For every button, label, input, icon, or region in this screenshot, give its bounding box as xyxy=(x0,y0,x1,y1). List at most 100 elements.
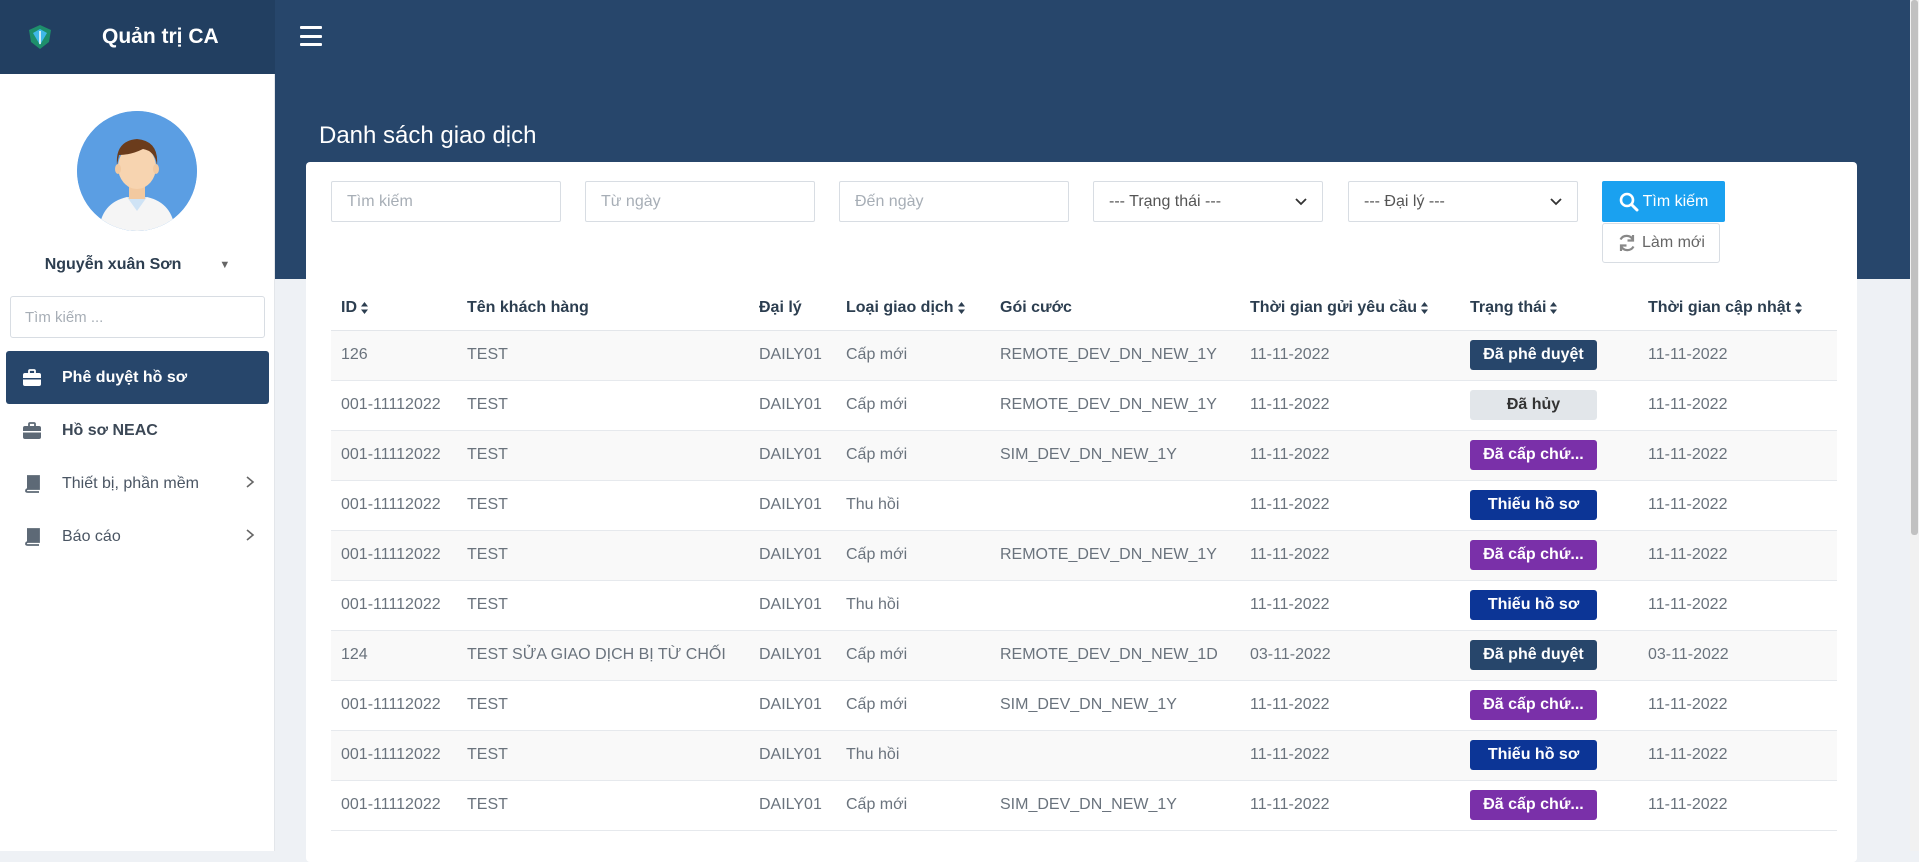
table-row[interactable]: 001-11112022 TEST DAILY01 Cấp mới SIM_DEV_DN… xyxy=(331,680,1837,731)
column-header-customer: Tên khách hàng xyxy=(457,287,749,331)
cell-agent: DAILY01 xyxy=(749,330,836,381)
cell-customer: TEST xyxy=(457,380,749,431)
sidebar-item-reports[interactable]: Báo cáo xyxy=(6,510,269,563)
search-icon xyxy=(1619,192,1639,211)
cell-id: 124 xyxy=(331,630,457,681)
cell-package: SIM_DEV_DN_NEW_1Y xyxy=(990,430,1240,481)
status-badge: Thiếu hồ sơ xyxy=(1470,590,1597,620)
column-header-id[interactable]: ID xyxy=(331,287,457,331)
column-header-updated-time[interactable]: Thời gian cập nhật xyxy=(1638,287,1837,331)
brand-area: Quản trị CA xyxy=(0,0,275,74)
search-button[interactable]: Tìm kiếm xyxy=(1602,181,1725,222)
avatar xyxy=(77,111,197,231)
cell-type: Cấp mới xyxy=(836,330,990,381)
refresh-icon xyxy=(1619,234,1635,252)
cell-package: REMOTE_DEV_DN_NEW_1Y xyxy=(990,530,1240,581)
cell-package xyxy=(990,480,1240,531)
table-row[interactable]: 126 TEST DAILY01 Cấp mới REMOTE_DEV_DN_NEW_1… xyxy=(331,330,1837,381)
cell-agent: DAILY01 xyxy=(749,480,836,531)
table-row[interactable]: 001-11112022 TEST DAILY01 Thu hồi 11-11-2022… xyxy=(331,730,1837,781)
sidebar-search-input[interactable] xyxy=(10,296,265,338)
refresh-button-label: Làm mới xyxy=(1642,234,1705,251)
cell-status: Đã cấp chứ... xyxy=(1460,530,1638,581)
cell-type: Cấp mới xyxy=(836,530,990,581)
sidebar-item-neac[interactable]: Hồ sơ NEAC xyxy=(6,404,269,457)
cell-id: 001-11112022 xyxy=(331,530,457,581)
transactions-table: ID Tên khách hàng Đại lý Loại giao dịch … xyxy=(331,287,1837,831)
cell-package: REMOTE_DEV_DN_NEW_1Y xyxy=(990,330,1240,381)
cell-package xyxy=(990,730,1240,781)
cell-type: Cấp mới xyxy=(836,430,990,481)
cell-updated: 11-11-2022 xyxy=(1638,530,1837,581)
status-select-value: --- Trạng thái --- xyxy=(1109,192,1222,210)
keyword-search-input[interactable] xyxy=(331,181,561,222)
table-row[interactable]: 001-11112022 TEST DAILY01 Cấp mới REMOTE_DEV… xyxy=(331,530,1837,581)
brand-logo-icon xyxy=(29,25,51,49)
book-icon xyxy=(22,527,42,547)
cell-customer: TEST xyxy=(457,730,749,781)
table-row[interactable]: 001-11112022 TEST DAILY01 Thu hồi 11-11-2022… xyxy=(331,580,1837,631)
sidebar-item-label: Báo cáo xyxy=(62,527,121,545)
sidebar-nav: Phê duyệt hồ sơ Hồ sơ NEAC Thiết bị, phầ… xyxy=(0,351,275,563)
column-header-agent: Đại lý xyxy=(749,287,836,331)
status-badge: Đã cấp chứ... xyxy=(1470,540,1597,570)
table-row[interactable]: 001-11112022 TEST DAILY01 Cấp mới SIM_DEV_DN… xyxy=(331,430,1837,481)
cell-status: Thiếu hồ sơ xyxy=(1460,730,1638,781)
cell-customer: TEST xyxy=(457,480,749,531)
caret-down-icon[interactable]: ▼ xyxy=(219,259,230,271)
cell-updated: 11-11-2022 xyxy=(1638,580,1837,631)
table-row[interactable]: 001-11112022 TEST DAILY01 Thu hồi 11-11-2022… xyxy=(331,480,1837,531)
to-date-input[interactable] xyxy=(839,181,1069,222)
column-header-status[interactable]: Trạng thái xyxy=(1460,287,1638,331)
status-badge: Đã cấp chứ... xyxy=(1470,440,1597,470)
cell-updated: 11-11-2022 xyxy=(1638,380,1837,431)
search-button-label: Tìm kiếm xyxy=(1642,192,1709,210)
user-name: Nguyễn xuân Sơn xyxy=(44,256,182,273)
top-header xyxy=(0,0,1919,74)
cell-package: SIM_DEV_DN_NEW_1Y xyxy=(990,680,1240,731)
book-icon xyxy=(22,474,42,494)
table-row[interactable]: 124 TEST SỬA GIAO DỊCH BỊ TỪ CHỐI DAILY01 C… xyxy=(331,630,1837,681)
table-row[interactable]: 001-11112022 TEST DAILY01 Cấp mới SIM_DEV_DN… xyxy=(331,780,1837,831)
cell-agent: DAILY01 xyxy=(749,580,836,631)
sort-icon xyxy=(1420,302,1428,315)
cell-type: Thu hồi xyxy=(836,480,990,531)
sort-icon xyxy=(361,302,368,315)
cell-id: 001-11112022 xyxy=(331,580,457,631)
sidebar-item-label: Phê duyệt hồ sơ xyxy=(62,368,188,386)
sidebar-item-approval[interactable]: Phê duyệt hồ sơ xyxy=(6,351,269,404)
cell-agent: DAILY01 xyxy=(749,780,836,831)
cell-agent: DAILY01 xyxy=(749,630,836,681)
cell-sent: 11-11-2022 xyxy=(1240,780,1460,831)
cell-agent: DAILY01 xyxy=(749,680,836,731)
cell-sent: 11-11-2022 xyxy=(1240,730,1460,781)
menu-toggle-icon[interactable] xyxy=(300,26,322,46)
cell-agent: DAILY01 xyxy=(749,430,836,481)
briefcase-icon xyxy=(22,368,42,388)
cell-type: Cấp mới xyxy=(836,630,990,681)
agent-select[interactable]: --- Đại lý --- xyxy=(1348,181,1578,222)
column-header-type[interactable]: Loại giao dịch xyxy=(836,287,990,331)
user-menu[interactable]: Nguyễn xuân Sơn ▼ xyxy=(0,250,275,280)
from-date-input[interactable] xyxy=(585,181,815,222)
table-row[interactable]: 001-11112022 TEST DAILY01 Cấp mới REMOTE_DEV… xyxy=(331,380,1837,431)
page-scrollbar-thumb[interactable] xyxy=(1911,0,1918,535)
chevron-right-icon xyxy=(246,476,255,488)
cell-sent: 03-11-2022 xyxy=(1240,630,1460,681)
cell-package xyxy=(990,580,1240,631)
chevron-down-icon xyxy=(1295,197,1307,205)
table-body: 126 TEST DAILY01 Cấp mới REMOTE_DEV_DN_NEW_1… xyxy=(331,330,1837,831)
sidebar-item-devices[interactable]: Thiết bị, phần mềm xyxy=(6,457,269,510)
status-select[interactable]: --- Trạng thái --- xyxy=(1093,181,1323,222)
column-header-sent-time[interactable]: Thời gian gửi yêu cầu xyxy=(1240,287,1460,331)
table-header-row: ID Tên khách hàng Đại lý Loại giao dịch … xyxy=(331,287,1837,331)
cell-customer: TEST xyxy=(457,530,749,581)
cell-agent: DAILY01 xyxy=(749,530,836,581)
cell-type: Cấp mới xyxy=(836,780,990,831)
cell-sent: 11-11-2022 xyxy=(1240,380,1460,431)
status-badge: Thiếu hồ sơ xyxy=(1470,490,1597,520)
cell-sent: 11-11-2022 xyxy=(1240,530,1460,581)
avatar-illustration-icon xyxy=(77,111,197,231)
sidebar-item-label: Hồ sơ NEAC xyxy=(62,421,158,439)
refresh-button[interactable]: Làm mới xyxy=(1602,223,1720,263)
